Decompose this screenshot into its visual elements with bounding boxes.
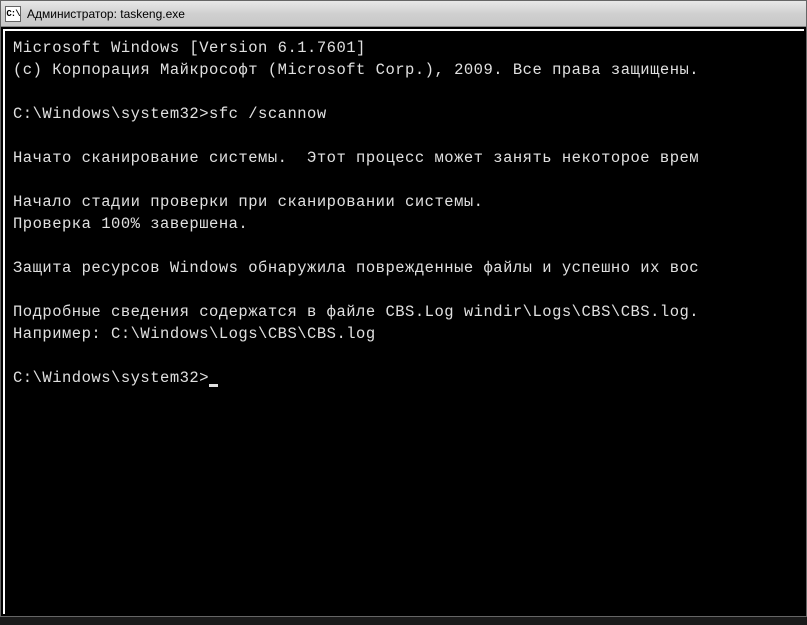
example-line: Например: C:\Windows\Logs\CBS\CBS.log	[13, 325, 376, 343]
console-window: C:\ Администратор: taskeng.exe Microsoft…	[0, 0, 807, 617]
cmd-icon: C:\	[5, 6, 21, 22]
scan-progress-line: Проверка 100% завершена.	[13, 215, 248, 233]
scan-result-line: Защита ресурсов Windows обнаружила повре…	[13, 259, 699, 277]
titlebar[interactable]: C:\ Администратор: taskeng.exe	[1, 1, 806, 27]
terminal-content: Microsoft Windows [Version 6.1.7601] (c)…	[13, 37, 796, 389]
copyright-line: (c) Корпорация Майкрософт (Microsoft Cor…	[13, 61, 699, 79]
prompt-2: C:\Windows\system32>	[13, 369, 209, 387]
scan-started-line: Начато сканирование системы. Этот процес…	[13, 149, 699, 167]
prompt-1: C:\Windows\system32>	[13, 105, 209, 123]
cursor	[209, 384, 218, 387]
scan-stage-line: Начало стадии проверки при сканировании …	[13, 193, 483, 211]
version-line: Microsoft Windows [Version 6.1.7601]	[13, 39, 366, 57]
terminal-area[interactable]: Microsoft Windows [Version 6.1.7601] (c)…	[3, 29, 804, 614]
details-line: Подробные сведения содержатся в файле CB…	[13, 303, 699, 321]
window-title: Администратор: taskeng.exe	[27, 7, 185, 21]
command-1: sfc /scannow	[209, 105, 327, 123]
